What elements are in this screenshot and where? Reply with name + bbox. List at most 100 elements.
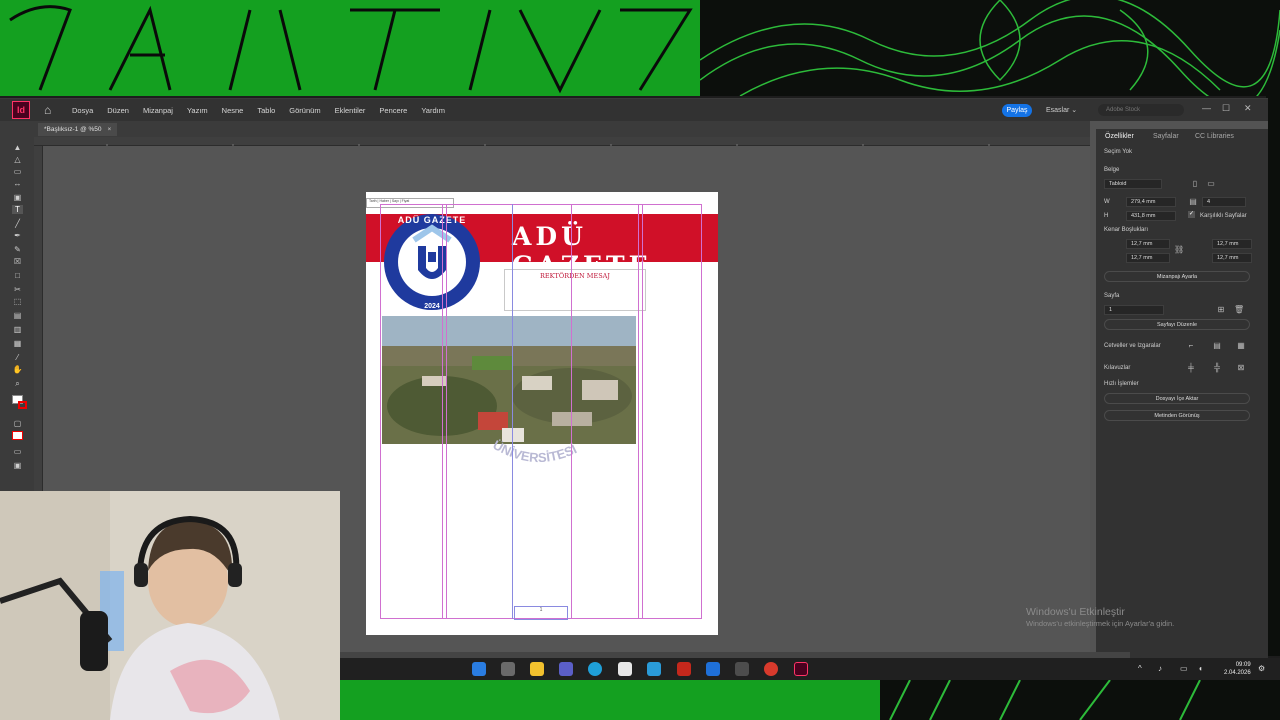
direct-selection-tool-icon[interactable]: △: [12, 155, 23, 164]
edge-icon[interactable]: [588, 662, 602, 676]
indesign-taskbar-icon[interactable]: [794, 662, 808, 676]
lock-guides-icon[interactable]: ⊠: [1236, 363, 1246, 373]
margin-bottom-field[interactable]: 12,7 mm: [1126, 253, 1170, 263]
menu-yardim[interactable]: Yardım: [421, 106, 445, 115]
link-margins-icon[interactable]: ⛓: [1174, 245, 1184, 255]
tab-properties[interactable]: Özellikler: [1105, 133, 1134, 140]
page-preset-select[interactable]: Tabloid: [1104, 179, 1162, 189]
apply-none-icon[interactable]: [12, 431, 23, 440]
store-icon[interactable]: [618, 662, 632, 676]
selection-tool-icon[interactable]: ▲: [12, 143, 23, 152]
delete-page-icon[interactable]: 🗑: [1234, 305, 1244, 315]
gradient-tool-icon[interactable]: ▤: [12, 311, 23, 320]
landscape-orientation-icon[interactable]: ▭: [1206, 179, 1216, 189]
menu-dosya[interactable]: Dosya: [72, 106, 93, 115]
wallpaper-topographic: [700, 0, 1280, 96]
adjust-layout-button[interactable]: Mizanpajı Ayarla: [1104, 271, 1250, 282]
content-collector-icon[interactable]: ▣: [12, 193, 23, 202]
edit-page-button[interactable]: Sayfayı Düzenle: [1104, 319, 1250, 330]
ruler-icon[interactable]: ⌐: [1186, 341, 1196, 351]
recorder-icon[interactable]: [677, 662, 691, 676]
chrome-icon[interactable]: [764, 662, 778, 676]
home-icon[interactable]: ⌂: [44, 103, 58, 117]
security-shield-icon[interactable]: [706, 662, 720, 676]
page-width-field[interactable]: 279,4 mm: [1126, 197, 1176, 207]
share-button[interactable]: Paylaş: [1002, 104, 1032, 117]
rectangle-tool-icon[interactable]: □: [12, 271, 23, 280]
line-tool-icon[interactable]: ╱: [12, 219, 23, 228]
page-height-field[interactable]: 431,8 mm: [1126, 211, 1176, 221]
gap-tool-icon[interactable]: ↔: [12, 179, 23, 188]
indesign-logo[interactable]: Id: [12, 101, 30, 119]
menu-pencere[interactable]: Pencere: [379, 106, 407, 115]
network-icon[interactable]: ▭: [1180, 664, 1188, 673]
menu-gorunum[interactable]: Görünüm: [289, 106, 320, 115]
close-icon[interactable]: ✕: [1244, 103, 1252, 114]
horizontal-ruler[interactable]: [34, 137, 1090, 150]
margin-top-field[interactable]: 12,7 mm: [1126, 239, 1170, 249]
view-mode-icon[interactable]: ▭: [12, 447, 23, 456]
rulers-grids-label: Cetveller ve Izgaralar: [1104, 343, 1161, 349]
volume-icon[interactable]: ◖: [1198, 664, 1203, 673]
menu-nesne[interactable]: Nesne: [222, 106, 244, 115]
tab-pages[interactable]: Sayfalar: [1153, 133, 1179, 140]
page-number-frame[interactable]: 1: [514, 606, 568, 620]
file-explorer-icon[interactable]: [530, 662, 544, 676]
hand-tool-icon[interactable]: ✋: [12, 365, 23, 374]
teams-icon[interactable]: [559, 662, 573, 676]
eyedropper-tool-icon[interactable]: ⁄: [12, 353, 23, 362]
settings-gear-icon[interactable]: [735, 662, 749, 676]
portrait-orientation-icon[interactable]: ▯: [1190, 179, 1200, 189]
workspace-switcher[interactable]: Esaslar ⌄: [1046, 106, 1077, 114]
facing-pages-label: Karşılıklı Sayfalar: [1200, 213, 1247, 219]
import-file-button[interactable]: Dosyayı İçe Aktar: [1104, 393, 1250, 404]
document-grid-icon[interactable]: ▦: [1236, 341, 1246, 351]
checkbox-checked-icon[interactable]: ✓: [1188, 211, 1195, 218]
maximize-icon[interactable]: ☐: [1222, 103, 1230, 114]
telegram-icon[interactable]: [647, 662, 661, 676]
scissors-tool-icon[interactable]: ✂: [12, 285, 23, 294]
pages-count-icon: ▤: [1189, 197, 1197, 206]
pencil-tool-icon[interactable]: ✎: [12, 245, 23, 254]
gradient-feather-tool-icon[interactable]: ▥: [12, 325, 23, 334]
adobe-stock-search[interactable]: Adobe Stock: [1098, 104, 1184, 116]
note-tool-icon[interactable]: ▦: [12, 339, 23, 348]
notification-icon[interactable]: ⚙: [1258, 664, 1265, 673]
menu-eklentiler[interactable]: Eklentiler: [335, 106, 366, 115]
start-icon[interactable]: [472, 662, 486, 676]
document-tab[interactable]: *Başlıksız-1 @ %50 ×: [38, 123, 118, 136]
clock-time: 09:09: [1235, 662, 1251, 668]
screen-mode-icon[interactable]: ▣: [12, 461, 23, 470]
menu-tablo[interactable]: Tablo: [257, 106, 275, 115]
menu-yazim[interactable]: Yazım: [187, 106, 208, 115]
tab-close-icon[interactable]: ×: [108, 126, 112, 133]
system-clock[interactable]: 09:09 2.04.2026: [1224, 661, 1251, 677]
pages-count-field[interactable]: 4: [1202, 197, 1246, 207]
tab-cc-libraries[interactable]: CC Libraries: [1195, 133, 1234, 140]
menu-duzen[interactable]: Düzen: [107, 106, 129, 115]
new-page-icon[interactable]: ⊞: [1216, 305, 1226, 315]
document-page[interactable]: Tarih | Haber | Sayı | Fiyat ADÜ GAZETE …: [366, 192, 718, 635]
text-view-button[interactable]: Metinden Görünüş: [1104, 410, 1250, 421]
baseline-grid-icon[interactable]: ▤: [1212, 341, 1222, 351]
smart-guides-icon[interactable]: ╬: [1212, 363, 1222, 373]
show-guides-icon[interactable]: ╪: [1186, 363, 1196, 373]
pen-tool-icon[interactable]: ✒: [12, 231, 23, 240]
column-guide: [571, 204, 572, 619]
zoom-tool-icon[interactable]: ⌕: [12, 379, 23, 388]
page-tool-icon[interactable]: ▭: [12, 167, 23, 176]
margin-left-field[interactable]: 12,7 mm: [1212, 239, 1252, 249]
menu-mizanpaj[interactable]: Mizanpaj: [143, 106, 173, 115]
tray-chevron-up-icon[interactable]: ^: [1138, 664, 1142, 673]
minimize-icon[interactable]: —: [1202, 103, 1211, 113]
formatting-container-icon[interactable]: ▢: [12, 419, 23, 428]
free-transform-tool-icon[interactable]: ⬚: [12, 297, 23, 306]
page-select[interactable]: 1: [1104, 305, 1164, 315]
microphone-icon[interactable]: ♪: [1158, 664, 1162, 673]
rectangle-frame-tool-icon[interactable]: ☒: [12, 257, 23, 266]
margin-right-field[interactable]: 12,7 mm: [1212, 253, 1252, 263]
menu-bar: Id ⌂ Dosya Düzen Mizanpaj Yazım Nesne Ta…: [0, 99, 1268, 121]
task-view-icon[interactable]: [501, 662, 515, 676]
stroke-swatch-icon[interactable]: [18, 401, 27, 409]
type-tool-icon[interactable]: T: [12, 205, 23, 214]
